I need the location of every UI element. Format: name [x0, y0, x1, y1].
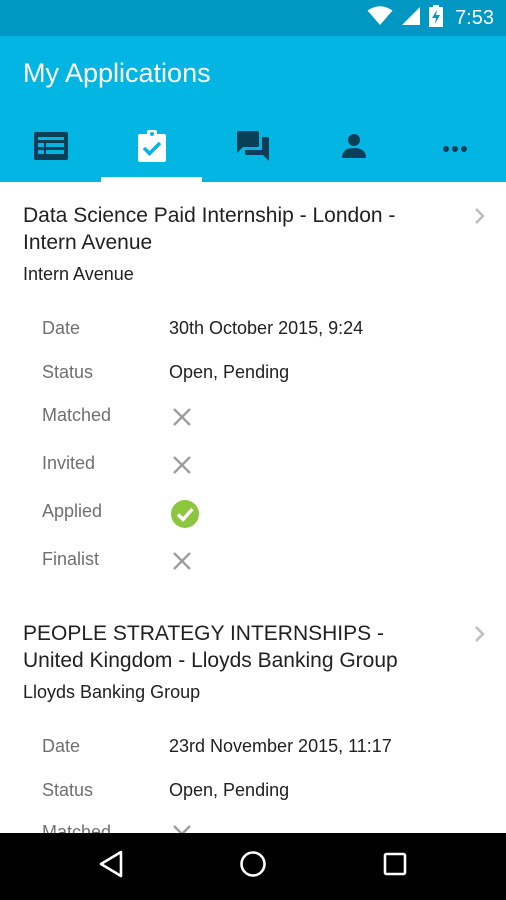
chevron-right-icon[interactable] [474, 625, 486, 648]
list-icon [33, 131, 68, 165]
recents-button[interactable] [365, 837, 425, 897]
cross-icon [172, 407, 192, 432]
status-label: Status [42, 362, 94, 382]
stage-label: Matched [42, 405, 112, 425]
application-title: Data Science Paid Internship - London - … [23, 202, 443, 256]
application-title-line: Data Science Paid Internship - London - [23, 204, 396, 227]
stage-label: Matched [42, 822, 112, 833]
back-icon [98, 850, 124, 883]
home-icon [239, 850, 267, 883]
status-time: 7:53 [455, 6, 494, 29]
more-horizontal-icon [443, 139, 468, 157]
company-name: Lloyds Banking Group [23, 682, 201, 702]
tab-applications[interactable] [101, 114, 203, 182]
cross-icon [172, 455, 192, 480]
tab-more[interactable] [405, 114, 506, 182]
app-bar: My Applications [0, 36, 506, 182]
status-label: Status [42, 780, 94, 800]
date-label: Date [42, 736, 81, 756]
application-title-line: PEOPLE STRATEGY INTERNSHIPS - [23, 622, 384, 645]
stage-label: Invited [42, 453, 96, 473]
applications-list: Data Science Paid Internship - London - … [0, 182, 506, 833]
battery-charging-icon [429, 4, 444, 32]
cross-icon [172, 551, 192, 576]
stage-label: Applied [42, 501, 103, 521]
chat-icon [236, 130, 269, 166]
page-title: My Applications [23, 58, 211, 88]
home-button[interactable] [223, 837, 283, 897]
application-title: PEOPLE STRATEGY INTERNSHIPS - United Kin… [23, 620, 443, 674]
system-nav-bar [0, 833, 506, 900]
chevron-right-icon[interactable] [474, 207, 486, 230]
recents-icon [383, 852, 407, 881]
person-icon [342, 133, 367, 163]
application-card[interactable]: PEOPLE STRATEGY INTERNSHIPS - United Kin… [0, 602, 506, 833]
signal-icon [401, 6, 421, 31]
date-value: 23rd November 2015, 11:17 [169, 736, 392, 756]
tab-bar [0, 114, 506, 182]
status-icons: 7:53 [367, 0, 494, 36]
tab-listings[interactable] [0, 114, 101, 182]
wifi-icon [367, 5, 393, 31]
tab-profile[interactable] [304, 114, 405, 182]
status-value: Open, Pending [169, 362, 290, 382]
tab-messages[interactable] [202, 114, 303, 182]
application-title-line: Intern Avenue [23, 231, 153, 254]
back-button[interactable] [81, 837, 141, 897]
date-value: 30th October 2015, 9:24 [169, 318, 364, 338]
clipboard-check-icon [137, 129, 166, 167]
check-circle-icon [170, 499, 200, 534]
stage-label: Finalist [42, 549, 100, 569]
status-bar: 7:53 [0, 0, 506, 36]
cross-icon [172, 824, 192, 833]
date-label: Date [42, 318, 81, 338]
application-card[interactable]: Data Science Paid Internship - London - … [0, 182, 506, 602]
company-name: Intern Avenue [23, 264, 134, 284]
status-value: Open, Pending [169, 780, 290, 800]
application-title-line: United Kingdom - Lloyds Banking Group [23, 649, 398, 672]
